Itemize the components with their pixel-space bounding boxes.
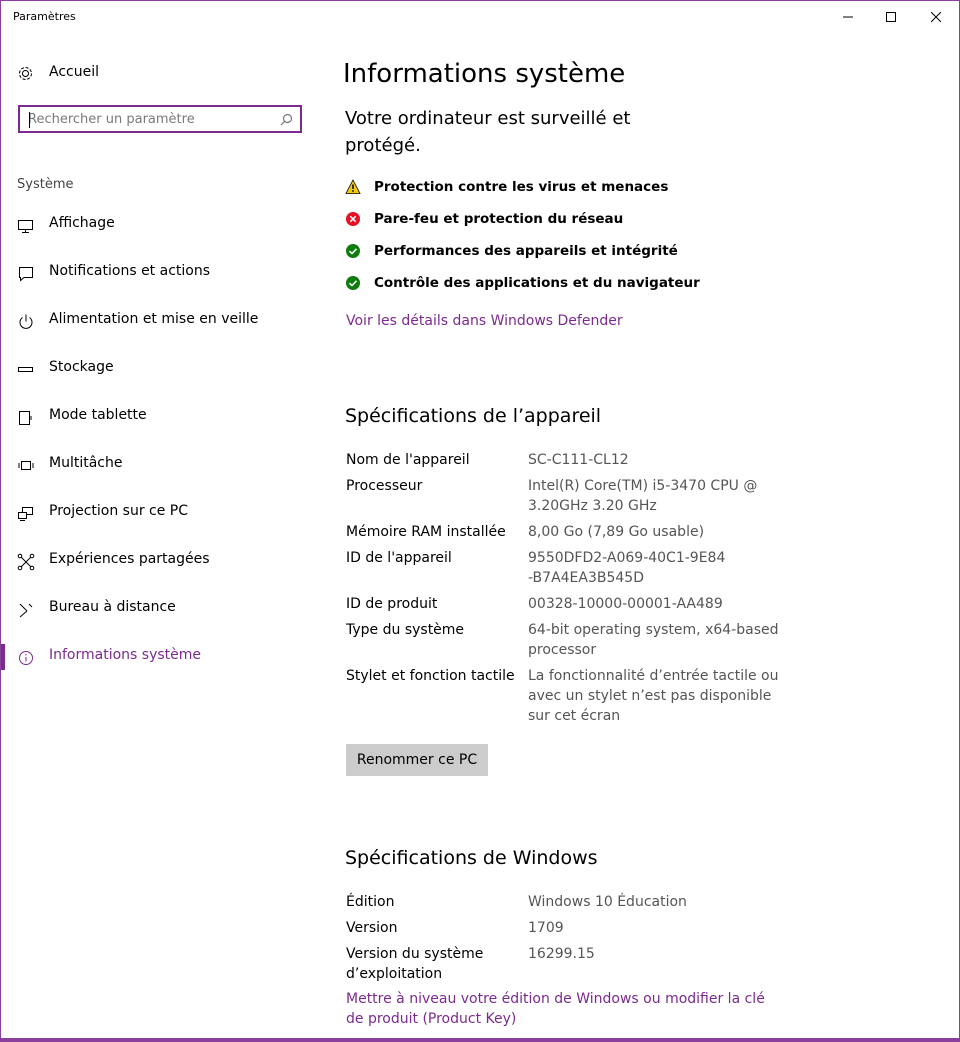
status-app-control: Contrôle des applications et du navigate… (345, 273, 745, 295)
check-icon (346, 276, 360, 290)
close-icon (931, 12, 941, 22)
spec-key: Nom de l'appareil (346, 452, 470, 468)
title-bar[interactable]: Paramètres (1, 1, 959, 33)
projection-icon (18, 507, 33, 521)
spec-value: 16299.15 (528, 946, 595, 962)
info-icon (19, 651, 33, 665)
sidebar-item-label: Projection sur ce PC (49, 503, 189, 519)
multitask-icon (18, 461, 34, 470)
check-icon (346, 244, 360, 258)
spec-key: Type du système (346, 622, 465, 638)
close-button[interactable] (913, 1, 959, 33)
sidebar-item-label: Informations système (49, 647, 202, 663)
device-specs-heading: Spécifications de l’appareil (345, 405, 602, 427)
sidebar-item-label: Expériences partagées (49, 551, 210, 567)
status-performance: Performances des appareils et intégrité (345, 241, 745, 263)
search-icon[interactable] (280, 113, 293, 126)
sidebar-item-label: Alimentation et mise en veille (49, 311, 259, 327)
spec-key: ID de l'appareil (346, 550, 452, 566)
monitor-icon (18, 220, 33, 233)
spec-value: 00328-10000-00001-AA489 (528, 596, 723, 612)
spec-key: ID de produit (346, 596, 438, 612)
page-title: Informations système (343, 59, 626, 89)
window-bottom-border (0, 1038, 960, 1042)
sidebar-item-affichage[interactable]: Affichage (1, 201, 323, 249)
power-icon (19, 314, 33, 329)
sidebar-item-informations[interactable]: Informations système (1, 633, 323, 681)
spec-key: Édition (346, 894, 395, 910)
status-firewall: Pare-feu et protection du réseau (345, 209, 745, 231)
home-label: Accueil (49, 64, 99, 80)
sidebar-item-label: Notifications et actions (49, 263, 211, 279)
search-box[interactable] (18, 105, 302, 133)
status-label: Pare-feu et protection du réseau (374, 211, 624, 227)
gear-icon (19, 67, 32, 80)
sidebar-item-experiences[interactable]: Expériences partagées (1, 537, 323, 585)
maximize-button[interactable] (868, 1, 914, 33)
sidebar-item-multitache[interactable]: Multitâche (1, 441, 323, 489)
rename-pc-button[interactable]: Renommer ce PC (346, 744, 488, 776)
spec-value: La fonctionnalité d’entrée tactile ou av… (528, 668, 779, 724)
warning-icon (345, 179, 361, 194)
spec-key: Version (346, 920, 398, 936)
spec-value: Windows 10 Éducation (528, 894, 687, 910)
status-label: Protection contre les virus et menaces (374, 179, 669, 195)
sidebar-item-label: Affichage (49, 215, 115, 231)
sidebar-item-projection[interactable]: Projection sur ce PC (1, 489, 323, 537)
status-label: Performances des appareils et intégrité (374, 243, 678, 259)
text-caret (29, 112, 30, 128)
minimize-button[interactable] (825, 1, 871, 33)
window-title: Paramètres (13, 10, 76, 23)
defender-details-link[interactable]: Voir les détails dans Windows Defender (346, 311, 746, 331)
sidebar-item-tablette[interactable]: Mode tablette (1, 393, 323, 441)
sidebar-item-label: Mode tablette (49, 407, 147, 423)
spec-value: 8,00 Go (7,89 Go usable) (528, 524, 705, 540)
status-label: Contrôle des applications et du navigate… (374, 275, 700, 291)
maximize-icon (886, 12, 896, 22)
spec-value: 1709 (528, 920, 564, 936)
spec-key: Processeur (346, 478, 423, 494)
sidebar-item-bureau-distance[interactable]: Bureau à distance (1, 585, 323, 633)
windows-specs-heading: Spécifications de Windows (345, 847, 598, 869)
spec-key: Stylet et fonction tactile (346, 668, 515, 684)
section-label: Système (17, 177, 74, 192)
error-icon (346, 212, 360, 226)
notification-icon (19, 267, 33, 282)
status-virus: Protection contre les virus et menaces (345, 177, 745, 199)
spec-value: SC-C111-CL12 (528, 452, 629, 468)
sidebar: Accueil Système Affichage Notifications … (1, 33, 323, 1041)
settings-window: Paramètres Accueil Système (0, 0, 960, 1042)
sidebar-item-label: Bureau à distance (49, 599, 176, 615)
minimize-icon (843, 16, 853, 18)
protection-heading: Votre ordinateur est surveillé et protég… (345, 108, 631, 156)
spec-value: 9550DFD2-A069-40C1-9E84-B7A4EA3B545D (528, 550, 726, 586)
active-indicator (1, 644, 5, 670)
main-content: Informations système Votre ordinateur es… (323, 33, 959, 1041)
upgrade-windows-link[interactable]: Mettre à niveau votre édition de Windows… (346, 989, 786, 1029)
share-icon (17, 553, 35, 571)
sidebar-item-label: Multitâche (49, 455, 123, 471)
home-link[interactable]: Accueil (17, 63, 277, 83)
storage-icon (18, 367, 33, 372)
spec-key: Mémoire RAM installée (346, 524, 506, 540)
sidebar-item-alimentation[interactable]: Alimentation et mise en veille (1, 297, 323, 345)
sidebar-item-stockage[interactable]: Stockage (1, 345, 323, 393)
spec-value: 64-bit operating system, x64-based proce… (528, 622, 779, 658)
sidebar-item-label: Stockage (49, 359, 114, 375)
remote-desktop-icon (19, 603, 33, 618)
tablet-icon (19, 411, 32, 425)
spec-value: Intel(R) Core(TM) i5-3470 CPU @ 3.20GHz … (528, 478, 758, 514)
sidebar-item-notifications[interactable]: Notifications et actions (1, 249, 323, 297)
spec-key: Version du système d’exploitation (346, 946, 484, 982)
search-input[interactable] (28, 110, 268, 128)
